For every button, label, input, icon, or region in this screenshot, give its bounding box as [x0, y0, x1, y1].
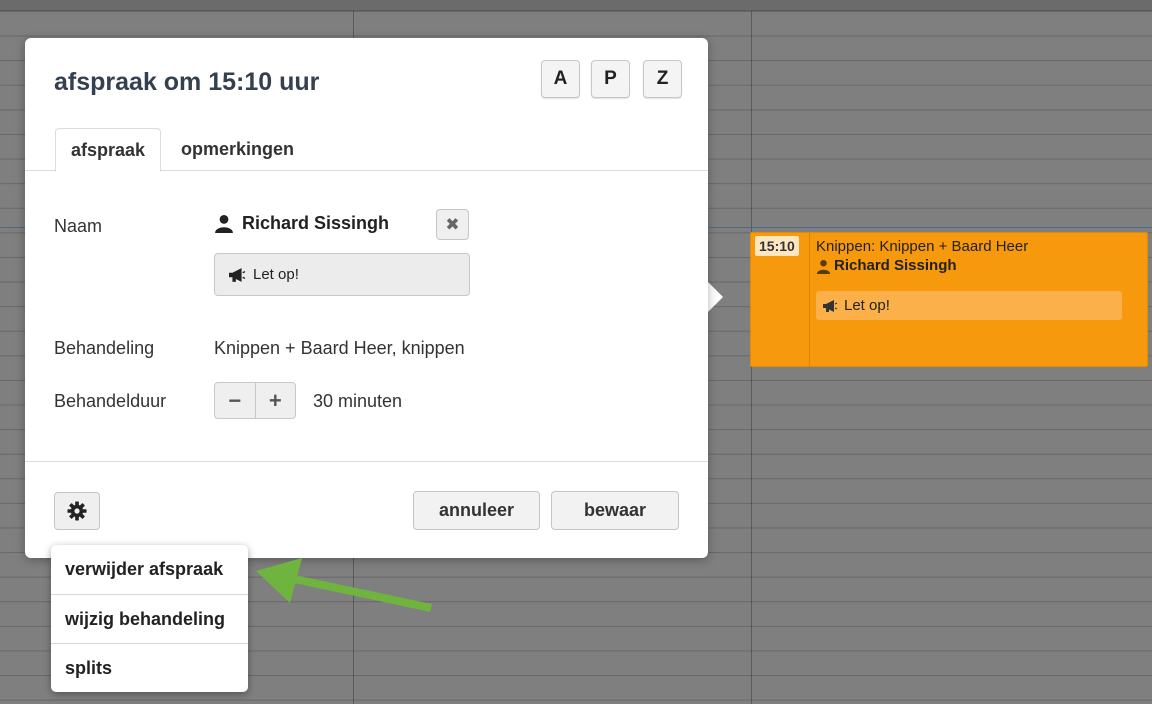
cancel-button[interactable]: annuleer	[413, 491, 540, 530]
key-button-p[interactable]: P	[591, 60, 630, 98]
treatment-value: Knippen + Baard Heer, knippen	[214, 338, 465, 358]
dialog-title: afspraak om 15:10 uur	[54, 68, 320, 96]
calendar-header-bar	[0, 0, 1152, 11]
appointment-note-text: Let op!	[844, 297, 890, 314]
appointment-client: Richard Sissingh	[816, 256, 1141, 276]
appointment-details: Knippen: Knippen + Baard Heer Richard Si…	[810, 233, 1147, 366]
appointment-note: Let op!	[816, 291, 1122, 320]
menu-caret	[67, 532, 93, 545]
client-name-text: Richard Sissingh	[242, 213, 390, 233]
key-button-z[interactable]: Z	[643, 60, 682, 98]
tab-afspraak[interactable]: afspraak	[55, 128, 162, 172]
megaphone-icon	[823, 299, 838, 312]
close-icon: ✖	[445, 214, 460, 234]
appointment-dialog: afspraak om 15:10 uur A P Z afspraak opm…	[25, 38, 708, 558]
appointment-treatment: Knippen: Knippen + Baard Heer	[816, 238, 1029, 255]
appointment-client-name: Richard Sissingh	[834, 257, 957, 274]
tab-opmerkingen[interactable]: opmerkingen	[166, 128, 309, 171]
menu-item-delete-appointment[interactable]: verwijder afspraak	[51, 545, 248, 594]
client-note[interactable]: Let op!	[214, 253, 470, 296]
duration-label: Behandelduur	[54, 391, 167, 411]
duration-increase-button[interactable]: +	[254, 383, 296, 418]
menu-item-change-treatment[interactable]: wijzig behandeling	[51, 594, 248, 643]
appointment-block[interactable]: 15:10 Knippen: Knippen + Baard Heer Rich…	[750, 232, 1148, 367]
duration-value: 30 minuten	[313, 391, 403, 411]
footer-divider	[25, 461, 708, 462]
settings-menu: verwijder afspraak wijzig behandeling sp…	[51, 545, 248, 692]
save-button[interactable]: bewaar	[551, 491, 679, 530]
appointment-time-column: 15:10	[751, 233, 810, 366]
clear-client-button[interactable]: ✖	[436, 209, 469, 240]
menu-item-split[interactable]: splits	[51, 643, 248, 692]
appointment-time: 15:10	[755, 236, 799, 256]
client-name[interactable]: Richard Sissingh	[214, 213, 389, 234]
treatment-label: Behandeling	[54, 338, 155, 358]
dialog-tabs: afspraak opmerkingen	[25, 128, 708, 172]
key-button-a[interactable]: A	[541, 60, 580, 98]
duration-stepper: − +	[214, 382, 296, 419]
duration-decrease-button[interactable]: −	[215, 383, 255, 418]
user-icon	[816, 259, 831, 274]
client-note-text: Let op!	[253, 266, 299, 283]
name-label: Naam	[54, 216, 103, 236]
modal-pointer	[706, 280, 723, 314]
megaphone-icon	[229, 267, 246, 282]
user-icon	[215, 214, 233, 233]
settings-button[interactable]	[54, 492, 100, 530]
gear-icon	[67, 501, 87, 521]
